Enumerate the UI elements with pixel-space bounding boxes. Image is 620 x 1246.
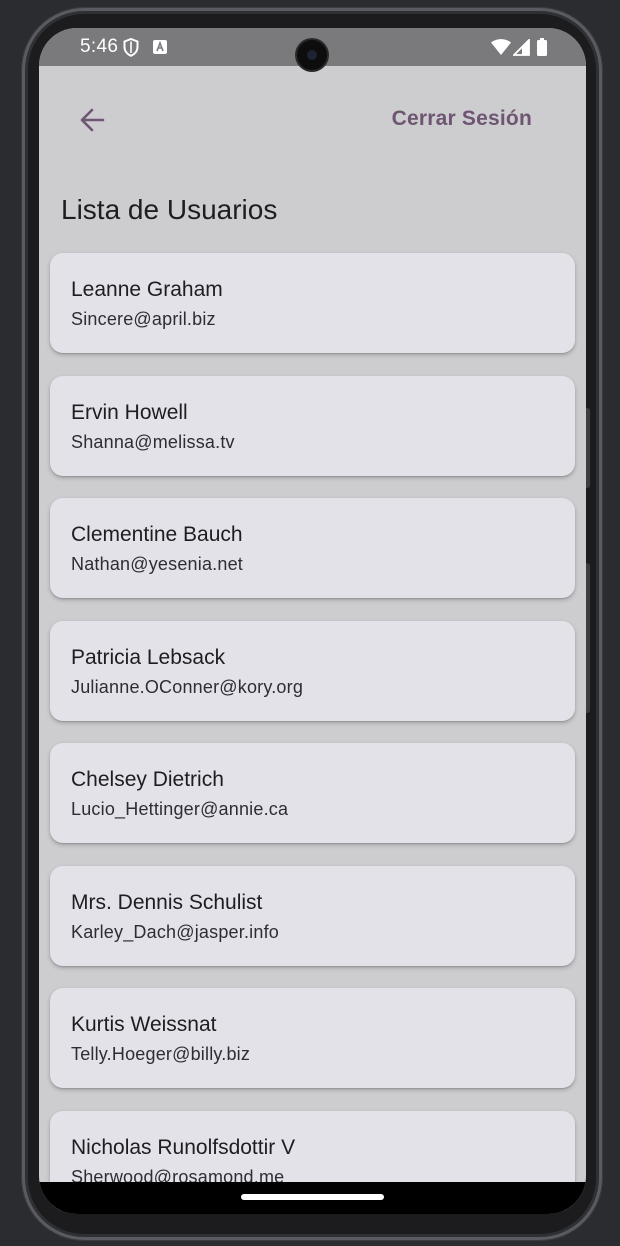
cellular-signal-icon [511,37,530,61]
wifi-icon [491,39,511,60]
user-name: Clementine Bauch [71,523,243,546]
user-name: Kurtis Weissnat [71,1013,217,1036]
accessibility-app-icon [153,40,167,59]
user-name: Nicholas Runolfsdottir V [71,1135,296,1159]
user-email: Shanna@melissa.tv [71,431,235,452]
user-name: Patricia Lebsack [71,645,226,669]
user-card[interactable]: Mrs. Dennis Schulist Karley_Dach@jasper.… [50,865,575,966]
logout-button[interactable]: Cerrar Sesión [392,107,532,131]
user-email: Julianne.OConner@kory.org [71,676,304,697]
user-card[interactable]: Ervin Howell Shanna@melissa.tv [50,375,575,476]
user-list: Leanne Graham Sincere@april.biz Ervin Ho… [50,253,575,1214]
user-card[interactable]: Leanne Graham Sincere@april.biz [50,253,575,353]
user-card[interactable]: Chelsey Dietrich Lucio_Hettinger@annie.c… [50,743,575,843]
arrow-left-icon [75,108,111,140]
page-title: Lista de Usuarios [61,194,278,225]
battery-icon [537,38,547,61]
user-name: Chelsey Dietrich [71,768,224,791]
user-name: Ervin Howell [71,400,188,424]
user-email: Lucio_Hettinger@annie.ca [71,799,289,819]
status-time: 5:46 [80,36,119,57]
screen: 5:46 Cerrar Sesión Lista de Usuarios Lea… [39,28,586,1214]
back-button[interactable] [75,104,111,136]
user-email: Nathan@yesenia.net [71,554,243,574]
user-name: Mrs. Dennis Schulist [71,890,263,914]
user-email: Telly.Hoeger@billy.biz [71,1044,251,1064]
home-gesture-handle[interactable] [241,1194,384,1200]
user-card[interactable]: Kurtis Weissnat Telly.Hoeger@billy.biz [50,988,575,1088]
app-bar: Cerrar Sesión [39,66,586,174]
user-email: Karley_Dach@jasper.info [71,921,279,942]
user-name: Leanne Graham [71,278,223,301]
user-card[interactable]: Patricia Lebsack Julianne.OConner@kory.o… [50,620,575,721]
user-card[interactable]: Clementine Bauch Nathan@yesenia.net [50,498,575,598]
user-email: Sincere@april.biz [71,309,216,329]
navigation-bar [39,1182,586,1214]
shield-icon [123,37,139,62]
